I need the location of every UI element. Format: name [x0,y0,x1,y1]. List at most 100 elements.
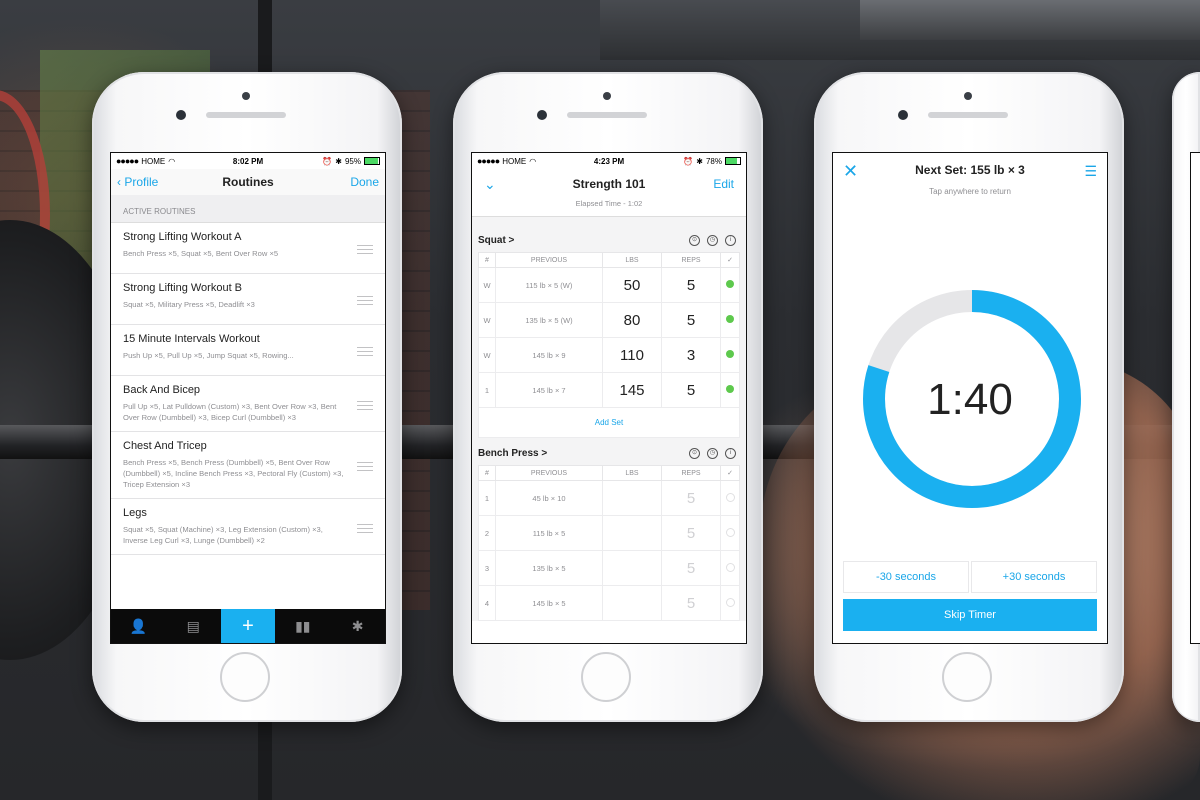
set-reps-input[interactable]: 5 [661,480,721,516]
home-button[interactable] [220,652,270,702]
checkmark-icon[interactable] [726,315,734,323]
back-profile-button[interactable]: ‹ Profile [117,175,158,189]
set-reps-input[interactable]: 3 [661,337,721,373]
reorder-handle-icon[interactable] [357,296,373,305]
sliders-icon[interactable]: ☰ [1084,163,1097,180]
battery-icon [364,157,380,165]
routine-item[interactable]: Chest And Tricep Bench Press ×5, Bench Pr… [111,432,385,499]
timer-icon[interactable]: ◷ [707,448,718,459]
reorder-handle-icon[interactable] [357,245,373,254]
next-set-title: Next Set: 155 lb × 3 [915,163,1025,177]
checkmark-icon[interactable] [725,597,735,607]
chevron-down-icon[interactable]: ⌄ [484,176,496,193]
close-icon[interactable]: ✕ [843,161,858,182]
exercise-header[interactable]: Bench Press > ⊙ ◷ i [478,448,740,459]
routine-description: Bench Press ×5, Bench Press (Dumbbell) ×… [123,458,344,489]
checkmark-icon[interactable] [725,562,735,572]
routine-name: 15 Minute Intervals Workout [123,333,260,345]
set-lbs-input[interactable] [602,550,662,586]
reorder-handle-icon[interactable] [357,523,373,533]
set-check[interactable] [720,372,740,408]
routine-item[interactable]: Strong Lifting Workout B Squat ×5, Milita… [111,274,385,325]
reorder-handle-icon[interactable] [357,400,373,410]
history-icon[interactable]: ▤ [166,609,221,643]
return-hint: Tap anywhere to return [929,187,1011,196]
minus-30-button[interactable]: -30 seconds [843,561,969,593]
routine-item[interactable]: Back And Bicep Pull Up ×5, Lat Pulldown (… [111,376,385,432]
timer-icon[interactable]: ◷ [707,235,718,246]
set-check[interactable] [720,480,740,516]
set-lbs-input[interactable] [602,515,662,551]
table-row: W 135 lb × 5 (W) 80 5 [478,302,740,338]
routine-item[interactable]: Legs Squat ×5, Squat (Machine) ×3, Leg Ex… [111,499,385,555]
set-lbs-input[interactable] [602,480,662,516]
profile-icon[interactable]: 👤 [111,609,166,643]
reorder-handle-icon[interactable] [357,347,373,356]
set-reps-input[interactable]: 5 [661,302,721,338]
info-icon[interactable]: i [725,235,736,246]
routine-item[interactable]: 15 Minute Intervals Workout Push Up ×5, P… [111,325,385,376]
set-previous[interactable]: 115 lb × 5 [495,515,603,551]
set-reps-input[interactable]: 5 [661,372,721,408]
add-set-button[interactable]: Add Set [478,408,740,438]
exercise-header[interactable]: Squat > ⊙ ◷ i [478,235,740,246]
gear-icon[interactable]: ✱ [330,609,385,643]
routines-screen: ●●●●● HOME ◠ 8:02 PM ⏰ ✱ 95% ‹ Profile Routi… [110,152,386,644]
set-lbs-input[interactable] [602,585,662,621]
set-lbs-input[interactable]: 110 [602,337,662,373]
set-check[interactable] [720,302,740,338]
set-previous[interactable]: 135 lb × 5 (W) [495,302,603,338]
edit-button[interactable]: Edit [713,177,734,191]
routine-name: Strong Lifting Workout B [123,282,243,294]
set-num: W [478,267,496,303]
set-previous[interactable]: 135 lb × 5 [495,550,603,586]
checkmark-icon[interactable] [725,492,735,502]
set-previous[interactable]: 145 lb × 5 [495,585,603,621]
done-button[interactable]: Done [350,175,379,189]
plate-icon[interactable]: ⊙ [689,448,700,459]
set-previous[interactable]: 115 lb × 5 (W) [495,267,603,303]
set-lbs-input[interactable]: 145 [602,372,662,408]
reorder-handle-icon[interactable] [357,462,373,471]
checkmark-icon[interactable] [725,527,735,537]
section-header: ACTIVE ROUTINES [111,195,385,223]
nav-bar: ‹ Profile Routines Done [111,169,385,195]
set-check[interactable] [720,515,740,551]
col-num: # [478,252,496,268]
info-icon[interactable]: i [725,448,736,459]
col-num: # [478,465,496,481]
plate-icon[interactable]: ⊙ [689,235,700,246]
col-reps: REPS [661,465,721,481]
chart-icon[interactable]: ▮▮ [275,609,330,643]
set-reps-input[interactable]: 5 [661,267,721,303]
home-button[interactable] [581,652,631,702]
set-lbs-input[interactable]: 80 [602,302,662,338]
plus-icon[interactable]: + [220,609,276,643]
table-row: 3 135 lb × 5 5 [478,550,740,586]
set-previous[interactable]: 145 lb × 7 [495,372,603,408]
timer-screen[interactable]: ✕ Next Set: 155 lb × 3 ☰ Tap anywhere to… [832,152,1108,644]
workout-screen: ●●●●● HOME ◠ 4:23 PM ⏰ ✱ 78% ⌄ Strength 101 … [471,152,747,644]
set-previous[interactable]: 145 lb × 9 [495,337,603,373]
tab-bar: 👤 ▤ + ▮▮ ✱ [111,609,385,643]
workout-title: Strength 101 [572,177,646,191]
set-num: W [478,337,496,373]
set-check[interactable] [720,337,740,373]
set-reps-input[interactable]: 5 [661,585,721,621]
home-button[interactable] [942,652,992,702]
routine-item[interactable]: Strong Lifting Workout A Bench Press ×5, … [111,223,385,274]
table-row: 1 145 lb × 7 145 5 [478,372,740,408]
col-lbs: LBS [602,465,662,481]
set-check[interactable] [720,267,740,303]
set-previous[interactable]: 45 lb × 10 [495,480,603,516]
set-check[interactable] [720,550,740,586]
plus-30-button[interactable]: +30 seconds [971,561,1097,593]
checkmark-icon[interactable] [726,385,734,393]
set-reps-input[interactable]: 5 [661,550,721,586]
checkmark-icon[interactable] [726,350,734,358]
set-reps-input[interactable]: 5 [661,515,721,551]
checkmark-icon[interactable] [726,280,734,288]
skip-timer-button[interactable]: Skip Timer [843,599,1097,631]
set-check[interactable] [720,585,740,621]
set-lbs-input[interactable]: 50 [602,267,662,303]
